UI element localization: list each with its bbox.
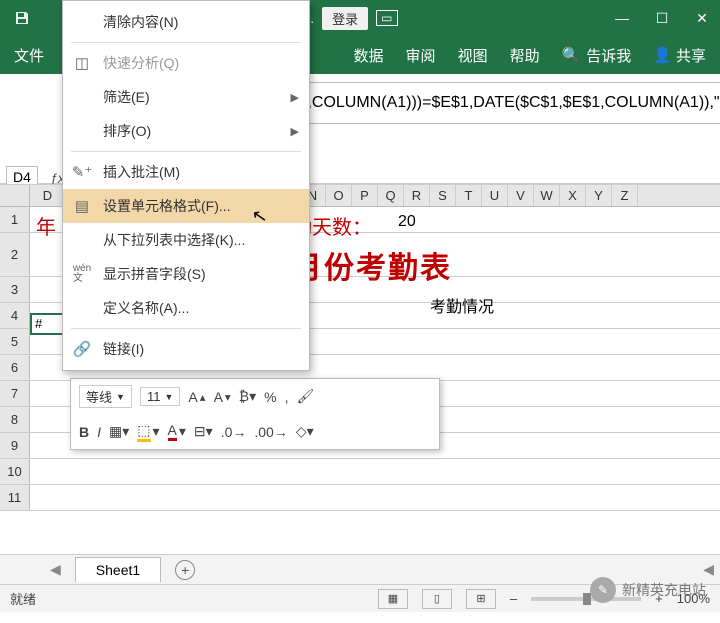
col-header-P[interactable]: P xyxy=(352,185,378,206)
row-header-9[interactable]: 9 xyxy=(0,433,30,458)
italic-icon[interactable]: I xyxy=(97,424,101,440)
col-header-V[interactable]: V xyxy=(508,185,534,206)
chevron-down-icon: ▼ xyxy=(116,392,125,402)
cm-sort[interactable]: 排序(O)▶ xyxy=(63,114,309,148)
row-header-3[interactable]: 3 xyxy=(0,277,30,302)
row-header-5[interactable]: 5 xyxy=(0,329,30,354)
watermark-icon: ✎ xyxy=(590,577,616,603)
close-button[interactable]: ✕ xyxy=(692,10,712,27)
status-ready: 就绪 xyxy=(10,589,36,608)
active-cell[interactable]: # xyxy=(30,313,66,335)
cm-format-cells[interactable]: ▤设置单元格格式(F)... xyxy=(63,189,309,223)
cm-quick-analysis: ◫快速分析(Q) xyxy=(63,46,309,80)
col-header-Z[interactable]: Z xyxy=(612,185,638,206)
maximize-button[interactable]: ☐ xyxy=(652,10,672,27)
font-size-selector[interactable]: 11 ▼ xyxy=(140,387,180,406)
login-button[interactable]: 登录 xyxy=(322,7,368,30)
tab-nav-prev-icon[interactable]: ◀ xyxy=(50,561,61,578)
col-header-Q[interactable]: Q xyxy=(378,185,404,206)
font-color-icon[interactable]: A▾ xyxy=(168,422,186,441)
col-header-W[interactable]: W xyxy=(534,185,560,206)
col-header-Y[interactable]: Y xyxy=(586,185,612,206)
tab-view[interactable]: 视图 xyxy=(458,45,488,66)
increase-font-icon[interactable]: A▴ xyxy=(188,389,205,405)
format-cells-icon: ▤ xyxy=(71,195,93,217)
cm-insert-comment[interactable]: ✎⁺插入批注(M) xyxy=(63,155,309,189)
col-header-U[interactable]: U xyxy=(482,185,508,206)
col-header-O[interactable]: O xyxy=(326,185,352,206)
col-header-T[interactable]: T xyxy=(456,185,482,206)
minimize-button[interactable]: — xyxy=(612,10,632,26)
tab-help[interactable]: 帮助 xyxy=(510,45,540,66)
search-icon: 🔍 xyxy=(562,46,581,64)
new-sheet-button[interactable]: + xyxy=(175,560,195,580)
row-11: 11 xyxy=(0,485,720,511)
sheet-tab-sheet1[interactable]: Sheet1 xyxy=(75,557,161,582)
clear-format-icon[interactable]: ◇▾ xyxy=(296,423,314,440)
tab-file[interactable]: 文件 xyxy=(14,45,44,66)
col-header-D[interactable]: D xyxy=(30,185,66,206)
cm-link[interactable]: 🔗链接(I) xyxy=(63,332,309,366)
tab-review[interactable]: 审阅 xyxy=(406,45,436,66)
col-header-S[interactable]: S xyxy=(430,185,456,206)
row-header-2[interactable]: 2 xyxy=(0,233,30,276)
decimal-increase-icon[interactable]: .0→ xyxy=(221,424,247,440)
cell-year-label: 年 xyxy=(36,211,56,240)
tell-me[interactable]: 🔍告诉我 xyxy=(562,45,632,66)
cell-attend-value: 20 xyxy=(398,213,416,231)
pinyin-icon: wén文 xyxy=(71,263,93,285)
decimal-decrease-icon[interactable]: .00→ xyxy=(254,424,287,440)
bold-icon[interactable]: B xyxy=(79,424,89,440)
ribbon-display-icon[interactable]: ▭ xyxy=(376,10,397,26)
row-header-1[interactable]: 1 xyxy=(0,207,30,232)
border-icon[interactable]: ▦▾ xyxy=(109,423,129,440)
row-header-7[interactable]: 7 xyxy=(0,381,30,406)
view-page-layout-icon[interactable]: ▯ xyxy=(422,589,452,609)
chevron-right-icon: ▶ xyxy=(291,125,299,138)
cm-filter[interactable]: 筛选(E)▶ xyxy=(63,80,309,114)
cell-title: 月份考勤表 xyxy=(292,243,452,287)
fill-color-icon[interactable]: ⬚▾ xyxy=(137,422,159,442)
cm-clear-contents[interactable]: 清除内容(N) xyxy=(63,5,309,39)
decrease-font-icon[interactable]: A▾ xyxy=(214,389,231,405)
mini-toolbar: 等线 ▼ 11 ▼ A▴ A▾ ₿▾ % , 🖌 B I ▦▾ ⬚▾ A▾ ⊟▾… xyxy=(70,378,440,450)
row-header-11[interactable]: 11 xyxy=(0,485,30,510)
row-10: 10 xyxy=(0,459,720,485)
context-menu: 清除内容(N) ◫快速分析(Q) 筛选(E)▶ 排序(O)▶ ✎⁺插入批注(M)… xyxy=(62,0,310,371)
tab-data[interactable]: 数据 xyxy=(354,45,384,66)
zoom-out-icon[interactable]: – xyxy=(510,591,517,606)
quick-analysis-icon: ◫ xyxy=(71,52,93,74)
tab-scroll-left-icon[interactable]: ◀ xyxy=(703,561,714,578)
row-header-10[interactable]: 10 xyxy=(0,459,30,484)
chevron-down-icon: ▼ xyxy=(164,392,173,402)
font-selector[interactable]: 等线 ▼ xyxy=(79,385,132,408)
comment-icon: ✎⁺ xyxy=(71,161,93,183)
row-header-4[interactable]: 4 xyxy=(0,303,30,328)
save-icon[interactable] xyxy=(12,8,32,28)
link-icon: 🔗 xyxy=(71,338,93,360)
cm-pick-from-list[interactable]: 从下拉列表中选择(K)... xyxy=(63,223,309,257)
chevron-right-icon: ▶ xyxy=(291,91,299,104)
row-header-8[interactable]: 8 xyxy=(0,407,30,432)
accounting-format-icon[interactable]: ₿▾ xyxy=(239,388,256,405)
share-button[interactable]: 👤共享 xyxy=(653,45,706,66)
select-all-corner[interactable] xyxy=(0,185,30,206)
watermark: ✎ 新精英充电站 xyxy=(590,577,706,603)
percent-icon[interactable]: % xyxy=(264,389,276,405)
format-painter-icon[interactable]: 🖌 xyxy=(297,388,315,405)
cm-show-pinyin[interactable]: wén文显示拼音字段(S) xyxy=(63,257,309,291)
col-header-X[interactable]: X xyxy=(560,185,586,206)
row-header-6[interactable]: 6 xyxy=(0,355,30,380)
cell-attendance-header: 考勤情况 xyxy=(430,293,494,317)
merge-icon[interactable]: ⊟▾ xyxy=(194,423,213,440)
cm-define-name[interactable]: 定义名称(A)... xyxy=(63,291,309,325)
view-normal-icon[interactable]: ▦ xyxy=(378,589,408,609)
col-header-R[interactable]: R xyxy=(404,185,430,206)
comma-icon[interactable]: , xyxy=(285,389,289,405)
view-page-break-icon[interactable]: ⊞ xyxy=(466,589,496,609)
share-icon: 👤 xyxy=(653,46,672,64)
